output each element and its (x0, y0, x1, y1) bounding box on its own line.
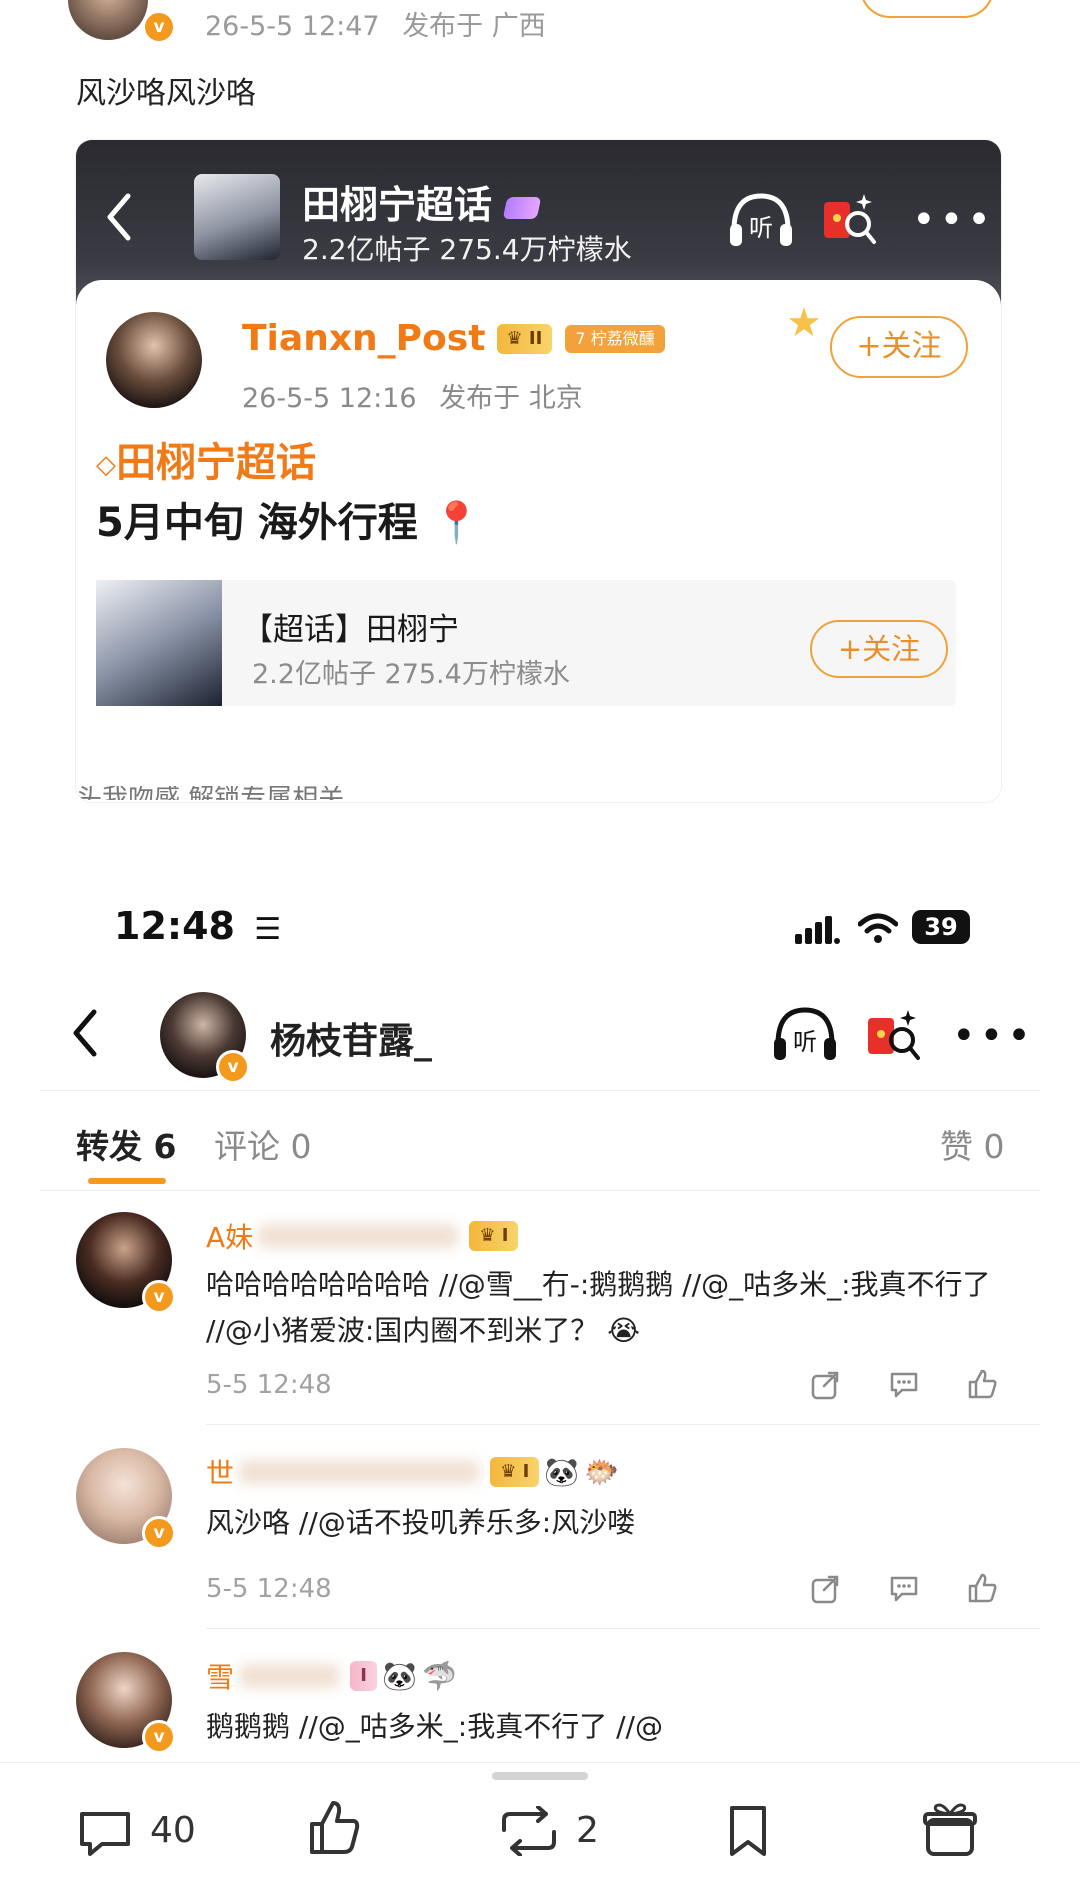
hashtag[interactable]: ◇田栩宁超话 (96, 430, 316, 488)
listen-icon[interactable]: 听 (770, 1004, 840, 1064)
more-icon[interactable]: ••• (952, 1016, 1035, 1056)
top-post-avatar[interactable] (68, 0, 148, 40)
repost-text: 哈哈哈哈哈哈哈哈 //@雪__冇-:鹅鹅鹅 //@_咕多米_:我真不行了 //@… (206, 1268, 991, 1347)
top-post-time: 26-5-5 12:47 (205, 11, 380, 42)
more-icon[interactable]: ••• (912, 200, 995, 240)
svg-text:听: 听 (793, 1028, 817, 1056)
embedded-screenshot[interactable]: 田栩宁超话 2.2亿帖子 275.4万柠檬水 听 ••• Tianxn_Post… (76, 140, 1001, 802)
verified-icon: v (142, 1280, 176, 1314)
repost-username[interactable]: 世 (206, 1457, 234, 1490)
signal-icon (795, 914, 841, 944)
topic-follow-button[interactable]: +关注 (810, 620, 948, 678)
list-icon: ☰ (254, 912, 282, 947)
listen-icon[interactable]: 听 (726, 190, 796, 250)
top-follow-button-edge[interactable] (860, 0, 994, 18)
bookmark-icon[interactable] (726, 1804, 770, 1858)
tab-comment[interactable]: 评论 0 (214, 1120, 312, 1168)
repost-divider (206, 1628, 1040, 1629)
repost-name-line: A妹 ♛ I (206, 1216, 519, 1256)
repost-username[interactable]: 雪 (206, 1661, 234, 1694)
topic-card-image (96, 580, 222, 706)
level-badge: ♛ I (469, 1221, 519, 1251)
header-divider (40, 1090, 1040, 1091)
author-meta: 26-5-5 12:16 发布于 北京 (242, 383, 583, 414)
topic-card-stats: 2.2亿帖子 275.4万柠檬水 (252, 659, 570, 690)
home-indicator (492, 1772, 588, 1780)
shark-icon: 🦈 (421, 1659, 457, 1693)
post-content: 5月中旬 海外行程 📍 (96, 500, 482, 546)
wifi-icon (858, 912, 898, 944)
comment-icon[interactable] (888, 1370, 920, 1400)
like-icon[interactable] (966, 1368, 998, 1400)
topic-card-title: 【超话】田栩宁 (242, 612, 459, 648)
like-icon[interactable] (306, 1798, 362, 1858)
tabs-divider (40, 1190, 1040, 1191)
author-avatar[interactable] (106, 312, 202, 408)
back-icon[interactable] (70, 1008, 100, 1058)
repost-time: 5-5 12:48 (206, 1370, 332, 1400)
like-icon[interactable] (966, 1572, 998, 1604)
author-name[interactable]: Tianxn_Post (242, 318, 485, 359)
repost-name-line: 雪 I 🐼 🦈 (206, 1656, 457, 1696)
repost-username[interactable]: A妹 (206, 1221, 253, 1254)
level-badge: ♛ II (496, 323, 553, 354)
verified-icon: v (216, 1050, 250, 1084)
back-icon[interactable] (104, 192, 134, 242)
crown-icon: ♛ (479, 1225, 502, 1246)
comment-count[interactable]: 40 (150, 1810, 196, 1851)
rank-badge: 7 柠荔微醺 (565, 324, 665, 353)
tab-like[interactable]: 赞 0 (940, 1120, 1005, 1168)
diamond-icon (502, 196, 542, 219)
level-badge: I (350, 1661, 377, 1691)
author-line: Tianxn_Post ♛ II 7 柠荔微醺 (242, 318, 665, 359)
panda-icon: 🐼 (382, 1659, 417, 1693)
level-badge: ♛ I (490, 1457, 540, 1487)
star-decoration-icon: ★ (786, 300, 822, 346)
verified-icon: v (142, 10, 176, 44)
tab-repost[interactable]: 转发 6 (76, 1120, 176, 1168)
status-time: 12:48 ☰ (114, 904, 282, 948)
author-follow-button[interactable]: +关注 (830, 316, 968, 378)
top-post-text: 风沙咯风沙咯 (76, 76, 256, 111)
red-packet-icon[interactable] (818, 188, 878, 248)
svg-text:听: 听 (749, 214, 773, 242)
repost-name-line: 世 ♛ I 🐼 🐡 (206, 1452, 619, 1492)
header-username: 杨枝苷露_ (270, 1021, 433, 1062)
cut-off-text: 头我吻感 解锁专属相关 (76, 786, 344, 800)
top-post-meta: 26-5-5 12:47 发布于 广西 (205, 4, 546, 43)
tab-active-indicator (88, 1178, 166, 1184)
panda-icon: 🐼 (544, 1455, 580, 1489)
repost-count[interactable]: 2 (576, 1810, 599, 1851)
comment-icon[interactable] (888, 1574, 920, 1604)
repost-text: 风沙咯 //@话不投叽养乐多:风沙喽 (206, 1506, 636, 1539)
repost-divider (206, 1424, 1040, 1425)
repost-icon[interactable] (498, 1806, 560, 1856)
location-pin-icon: 📍 (431, 500, 482, 546)
comment-count-icon[interactable] (78, 1808, 132, 1858)
topic-stats: 2.2亿帖子 275.4万柠檬水 (302, 233, 632, 266)
topic-title: 田栩宁超话 (302, 174, 542, 229)
top-post-location: 发布于 广西 (402, 11, 546, 42)
share-icon[interactable] (810, 1574, 840, 1604)
topic-cover-image (194, 174, 280, 260)
gift-icon[interactable] (922, 1800, 978, 1858)
red-packet-icon[interactable] (862, 1004, 922, 1064)
share-icon[interactable] (810, 1370, 840, 1400)
battery-icon: 39 (912, 910, 970, 944)
verified-icon: v (142, 1720, 176, 1754)
repost-time: 5-5 12:48 (206, 1574, 332, 1604)
crown-icon: ♛ (506, 327, 529, 349)
crown-icon: ♛ (500, 1461, 523, 1482)
repost-text: 鹅鹅鹅 //@_咕多米_:我真不行了 //@ (206, 1710, 663, 1743)
diamond-outline-icon: ◇ (96, 450, 116, 480)
verified-icon: v (142, 1516, 176, 1550)
fish-icon: 🐡 (584, 1455, 620, 1489)
